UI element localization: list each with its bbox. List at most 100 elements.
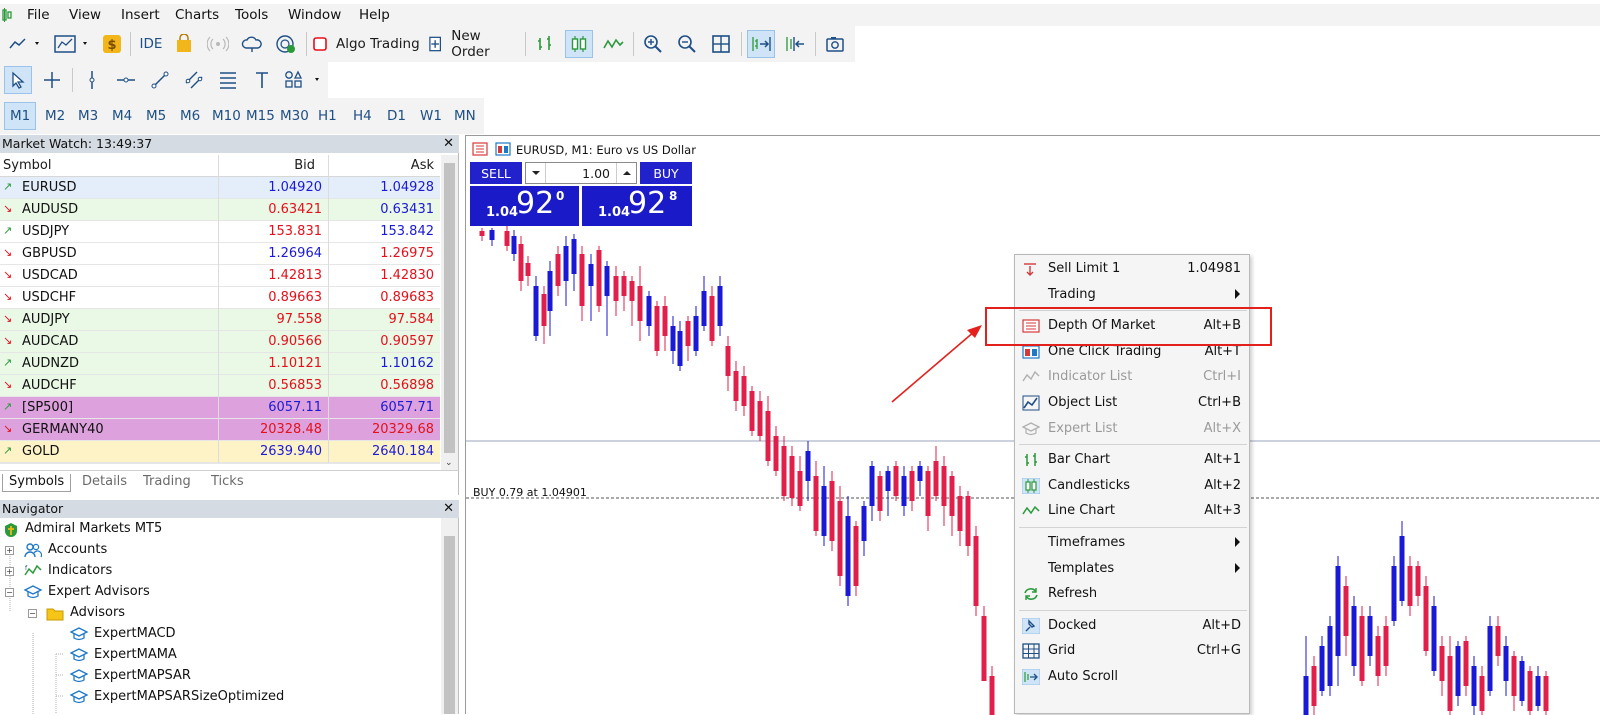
menu-item-expert-list[interactable]: Expert List Alt+X [1015,417,1249,441]
timeframe-m4[interactable]: M4 [107,102,137,130]
timeframe-m1[interactable]: M1 [4,102,37,130]
menu-item-refresh[interactable]: Refresh [1015,582,1249,606]
market-watch-row[interactable]: ↘ USDCHF 0.89663 0.89683 [0,287,440,309]
tile-windows-button[interactable] [707,30,735,58]
buy-button[interactable]: BUY [640,162,692,184]
menu-item-templates[interactable]: Templates [1015,557,1249,581]
market-watch-row[interactable]: ↘ AUDJPY 97.558 97.584 [0,309,440,331]
column-bid[interactable]: Bid [294,158,315,173]
scrollbar-thumb[interactable] [444,163,455,453]
ide-button[interactable]: IDE [136,30,166,58]
nav-item-expert-advisors[interactable]: − Expert Advisors [5,583,305,603]
shop-button[interactable] [170,30,198,58]
one-click-trading-icon[interactable] [495,142,511,156]
zoom-out-button[interactable] [673,30,701,58]
menu-item-auto-scroll[interactable]: Auto Scroll [1015,665,1249,689]
timeframe-d1[interactable]: D1 [382,102,411,130]
menu-item-timeframes[interactable]: Timeframes [1015,531,1249,555]
timeframe-h1[interactable]: H1 [313,102,342,130]
nav-item-expert[interactable]: ExpertMAMA [70,646,370,666]
nav-item-expert[interactable]: ExpertMAPSAR [70,667,370,687]
scroll-down-icon[interactable]: ⌄ [445,458,453,468]
menu-window[interactable]: Window [288,7,341,23]
collapse-icon[interactable]: − [28,609,37,618]
timeframe-m30[interactable]: M30 [275,102,314,130]
vps-button[interactable] [238,30,266,58]
market-watch-scrollbar[interactable]: ⌄ [441,155,458,470]
menu-item-docked[interactable]: Docked Alt+D [1015,614,1249,638]
bar-chart-button[interactable] [531,30,559,58]
nav-item-accounts[interactable]: + Accounts [5,541,305,561]
menu-charts[interactable]: Charts [175,7,219,23]
algo-trading-button[interactable]: Algo Trading [312,30,422,58]
menu-item-grid[interactable]: Grid Ctrl+G [1015,639,1249,663]
timeframe-m5[interactable]: M5 [141,102,171,130]
navigator-scrollbar[interactable] [441,518,458,714]
text-tool-button[interactable] [248,66,276,94]
close-icon[interactable]: ✕ [443,500,454,518]
screenshot-button[interactable] [821,30,849,58]
crosshair-tool-button[interactable] [38,66,66,94]
community-button[interactable] [272,30,300,58]
line-chart-button[interactable] [599,30,627,58]
expand-icon[interactable]: + [5,567,14,576]
menu-item-sell-limit-1[interactable]: Sell Limit 1 1.04981 [1015,257,1249,281]
scrollbar-thumb[interactable] [444,536,455,714]
market-watch-row[interactable]: ↗ [SP500] 6057.11 6057.71 [0,397,440,419]
nav-item-broker[interactable]: Admiral Markets MT5 [3,520,303,540]
market-watch-row[interactable]: ↘ AUDCAD 0.90566 0.90597 [0,331,440,353]
collapse-icon[interactable]: − [5,588,14,597]
market-watch-row[interactable]: ↗ GOLD 2639.940 2640.184 [0,441,440,463]
column-ask[interactable]: Ask [411,158,434,173]
timeframe-h4[interactable]: H4 [348,102,377,130]
nav-item-expert[interactable]: ExpertMACD [70,625,370,645]
nav-item-indicators[interactable]: + f Indicators [5,562,305,582]
market-watch-row[interactable]: ↘ GERMANY40 20328.48 20329.68 [0,419,440,441]
nav-item-expert[interactable]: ExpertMAPSARSizeOptimized [70,688,370,708]
market-watch-row[interactable]: ↘ USDCAD 1.42813 1.42830 [0,265,440,287]
buy-price[interactable]: 1.04 92 8 [582,186,692,226]
menu-help[interactable]: Help [359,7,390,23]
volume-decrease-button[interactable] [526,163,546,183]
market-watch-row[interactable]: ↘ AUDCHF 0.56853 0.56898 [0,375,440,397]
timeframe-w1[interactable]: W1 [415,102,447,130]
market-watch-row[interactable]: ↗ USDJPY 153.831 153.842 [0,221,440,243]
vertical-line-button[interactable] [78,66,106,94]
shapes-button[interactable] [282,66,324,94]
nav-item-advisors-folder[interactable]: − Advisors [28,604,328,624]
menu-item-object-list[interactable]: Object List Ctrl+B [1015,391,1249,415]
volume-increase-button[interactable] [616,163,636,183]
timeframe-m6[interactable]: M6 [175,102,205,130]
market-watch-row[interactable]: ↗ EURUSD 1.04920 1.04928 [0,177,440,199]
zoom-in-button[interactable] [639,30,667,58]
timeframe-mn[interactable]: MN [449,102,481,130]
menu-item-bar-chart[interactable]: Bar Chart Alt+1 [1015,448,1249,472]
new-order-button[interactable]: New Order [428,28,520,60]
timeframe-m15[interactable]: M15 [241,102,280,130]
timeframe-m10[interactable]: M10 [207,102,246,130]
menu-item-trading[interactable]: Trading [1015,283,1249,307]
profiles-button[interactable] [52,30,94,58]
close-icon[interactable]: ✕ [443,135,454,153]
expand-icon[interactable]: + [5,546,14,555]
market-watch-row[interactable]: ↘ AUDUSD 0.63421 0.63431 [0,199,440,221]
depth-of-market-icon[interactable] [472,142,488,156]
auto-scroll-button[interactable] [747,30,775,58]
market-watch-row[interactable]: ↘ GBPUSD 1.26964 1.26975 [0,243,440,265]
signals-button[interactable] [204,30,232,58]
menu-tools[interactable]: Tools [235,7,268,23]
cursor-tool-button[interactable] [4,66,32,94]
sell-price[interactable]: 1.04 92 0 [470,186,579,226]
menu-insert[interactable]: Insert [121,7,160,23]
new-chart-button[interactable] [6,30,46,58]
sell-button[interactable]: SELL [470,162,522,184]
timeframe-m3[interactable]: M3 [73,102,103,130]
menu-item-indicator-list[interactable]: Indicator List Ctrl+I [1015,365,1249,389]
tab-symbols[interactable]: Symbols [2,474,72,492]
timeframe-m2[interactable]: M2 [40,102,70,130]
tab-details[interactable]: Details [76,474,133,492]
market-watch-row[interactable]: ↗ AUDNZD 1.10121 1.10162 [0,353,440,375]
horizontal-line-button[interactable] [112,66,140,94]
volume-input[interactable]: 1.00 [525,162,637,184]
menu-file[interactable]: File [27,7,50,23]
